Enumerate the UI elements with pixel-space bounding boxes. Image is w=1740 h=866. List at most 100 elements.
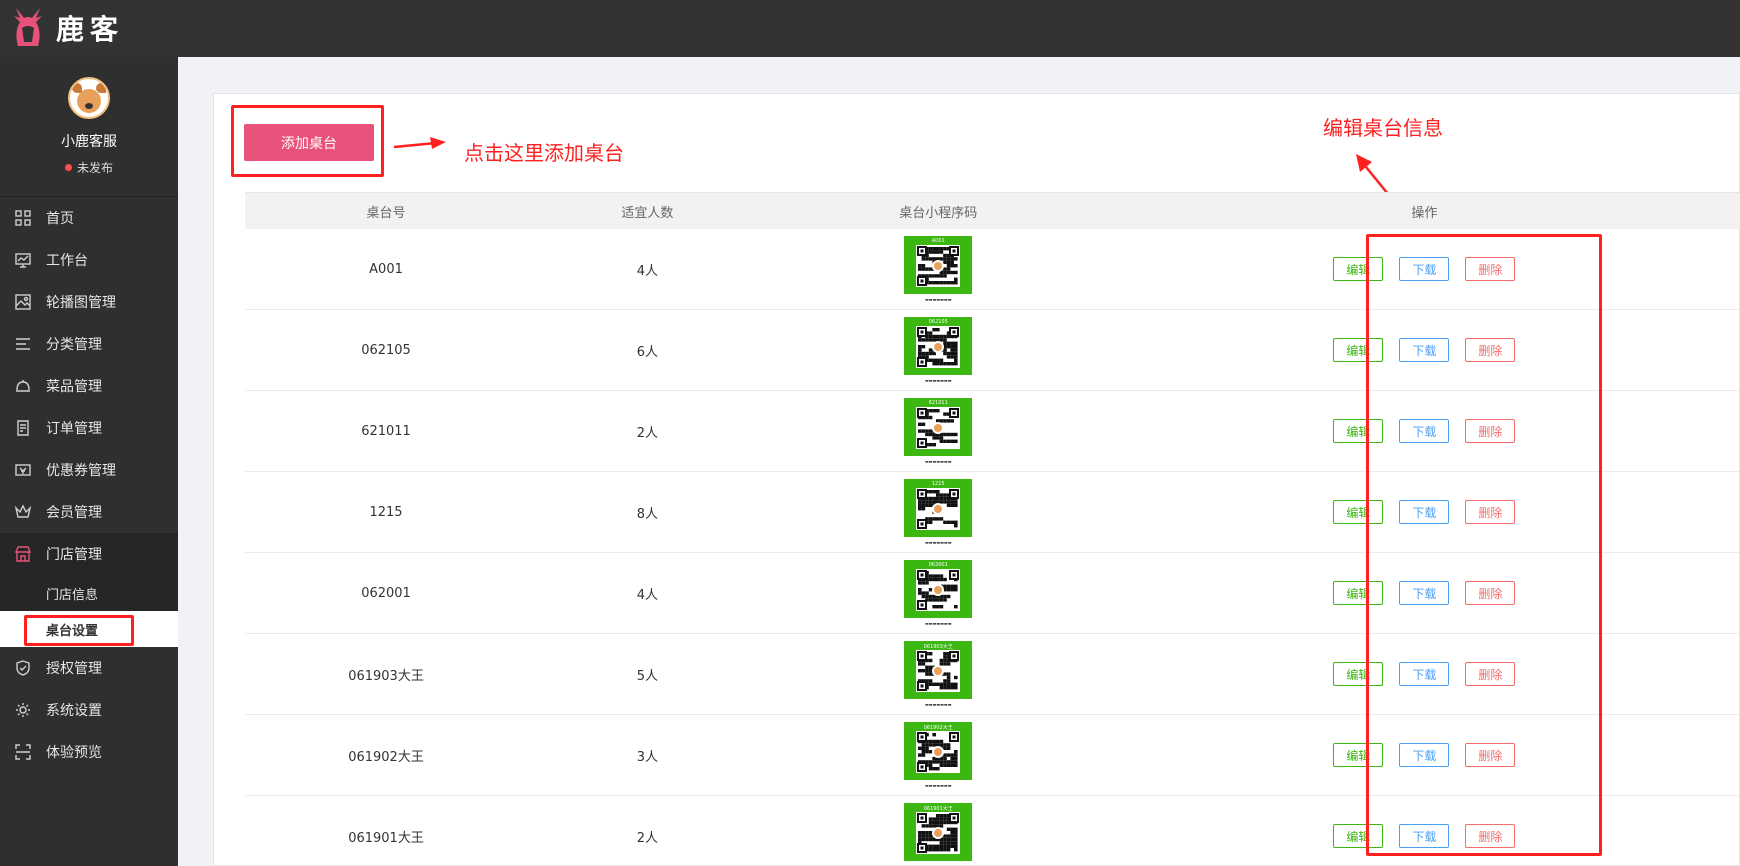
qrcode-label: 061903大王 — [923, 644, 953, 650]
publish-status: 未发布 — [0, 159, 178, 176]
sidebar-item-label: 会员管理 — [46, 505, 102, 521]
qrcode-pattern-icon — [916, 326, 961, 368]
sidebar: 小鹿客服 未发布 首页 工作台 轮播图管理 分类管理 菜品管理 订单管理 优惠券… — [0, 57, 178, 866]
sidebar-item-dishes[interactable]: 菜品管理 — [0, 365, 178, 407]
sidebar-item-members[interactable]: 会员管理 — [0, 491, 178, 533]
profile-name: 小鹿客服 — [61, 134, 117, 150]
qrcode-caption-icon: ▬▬▬▬▬▬▬ — [925, 702, 952, 707]
qrcode-pattern-icon — [916, 245, 961, 287]
qrcode-caption-icon: ▬▬▬▬▬▬▬ — [925, 783, 952, 788]
sidebar-item-label: 轮播图管理 — [46, 295, 116, 311]
sidebar-item-store[interactable]: 门店管理 — [0, 533, 178, 575]
qrcode-image[interactable]: 061903大王 ▬▬▬▬▬▬▬ — [904, 641, 973, 707]
top-bar: 鹿客 — [0, 0, 1740, 57]
table-number-cell: 062105 — [361, 342, 411, 358]
qrcode-cell: 061902大王 ▬▬▬▬▬▬▬ — [768, 722, 1109, 788]
sidebar-item-label: 分类管理 — [46, 337, 102, 353]
table-number-cell: 061903大王 — [348, 668, 424, 684]
sidebar-item-label: 系统设置 — [46, 703, 102, 719]
qrcode-caption-icon: ▬▬▬▬▬▬▬ — [925, 621, 952, 626]
grid-icon — [14, 209, 32, 227]
sidebar-item-orders[interactable]: 订单管理 — [0, 407, 178, 449]
sidebar-subitem-store-info[interactable]: 门店信息 — [0, 575, 178, 611]
list-icon — [14, 335, 32, 353]
sidebar-item-label: 工作台 — [46, 253, 88, 269]
table-number-cell: 062001 — [361, 585, 411, 601]
qrcode-label: 1215 — [931, 481, 945, 487]
table-header: 桌台号 适宜人数 桌台小程序码 操作 — [245, 192, 1740, 229]
qrcode-pattern-icon — [916, 731, 961, 773]
gear-icon — [14, 701, 32, 719]
table-number-cell: A001 — [369, 261, 403, 277]
sidebar-item-label: 首页 — [46, 211, 74, 227]
table-number-cell: 621011 — [361, 423, 411, 439]
annotation-arrow-right-icon — [393, 137, 446, 149]
qrcode-pattern-icon — [916, 650, 961, 692]
status-dot-icon — [64, 164, 72, 171]
seats-cell: 3人 — [636, 749, 658, 765]
seats-cell: 2人 — [636, 425, 658, 441]
seats-cell: 2人 — [636, 830, 658, 846]
avatar[interactable] — [68, 77, 110, 119]
sidebar-item-label: 菜品管理 — [46, 379, 102, 395]
sidebar-item-workbench[interactable]: 工作台 — [0, 239, 178, 281]
sidebar-item-authorization[interactable]: 授权管理 — [0, 647, 178, 689]
scan-icon — [14, 743, 32, 761]
column-header-seats: 适宜人数 — [621, 205, 674, 221]
qrcode-label: A001 — [931, 238, 945, 244]
sidebar-item-system-settings[interactable]: 系统设置 — [0, 689, 178, 731]
column-header-actions: 操作 — [1411, 205, 1438, 221]
qrcode-cell: 062105 ▬▬▬▬▬▬▬ — [768, 317, 1109, 383]
seats-cell: 8人 — [636, 506, 658, 522]
qrcode-pattern-icon — [916, 407, 961, 449]
image-icon — [14, 293, 32, 311]
brand-logo[interactable]: 鹿客 — [10, 4, 124, 52]
sidebar-item-preview[interactable]: 体验预览 — [0, 731, 178, 773]
brand-name: 鹿客 — [56, 13, 125, 46]
profile-panel: 小鹿客服 未发布 — [0, 57, 178, 197]
qrcode-label: 061901大王 — [923, 806, 953, 812]
qrcode-pattern-icon — [916, 569, 961, 611]
qrcode-label: 621011 — [928, 400, 948, 406]
monitor-icon — [14, 251, 32, 269]
qrcode-cell: 621011 ▬▬▬▬▬▬▬ — [768, 398, 1109, 464]
qrcode-pattern-icon — [916, 812, 961, 854]
dish-icon — [14, 377, 32, 395]
qrcode-caption-icon: ▬▬▬▬▬▬▬ — [925, 459, 952, 464]
status-text: 未发布 — [76, 161, 113, 175]
sidebar-item-home[interactable]: 首页 — [0, 197, 178, 239]
qrcode-image[interactable]: A001 ▬▬▬▬▬▬▬ — [904, 236, 973, 302]
qrcode-image[interactable]: 062105 ▬▬▬▬▬▬▬ — [904, 317, 973, 383]
sidebar-item-coupons[interactable]: 优惠券管理 — [0, 449, 178, 491]
sidebar-item-label: 授权管理 — [46, 661, 102, 677]
seats-cell: 4人 — [636, 587, 658, 603]
sidebar-item-label: 订单管理 — [46, 421, 102, 437]
qrcode-label: 062105 — [928, 319, 948, 325]
qrcode-cell: 062001 ▬▬▬▬▬▬▬ — [768, 560, 1109, 626]
qrcode-pattern-icon — [916, 488, 961, 530]
order-icon — [14, 419, 32, 437]
qrcode-cell: 061903大王 ▬▬▬▬▬▬▬ — [768, 641, 1109, 707]
annotation-add-hint: 点击这里添加桌台 — [464, 141, 624, 165]
qrcode-image[interactable]: 062001 ▬▬▬▬▬▬▬ — [904, 560, 973, 626]
annotation-edit-hint: 编辑桌台信息 — [1323, 116, 1443, 140]
column-header-table-no: 桌台号 — [366, 205, 406, 221]
sidebar-item-label: 优惠券管理 — [46, 463, 116, 479]
seats-cell: 5人 — [636, 668, 658, 684]
store-icon — [14, 545, 32, 563]
shield-icon — [14, 659, 32, 677]
qrcode-image[interactable]: 061901大王 ▬▬▬▬▬▬▬ — [904, 803, 973, 866]
annotation-box-table-settings — [24, 615, 134, 646]
qrcode-caption-icon: ▬▬▬▬▬▬▬ — [925, 297, 952, 302]
annotation-box-add — [231, 105, 384, 177]
qrcode-image[interactable]: 061902大王 ▬▬▬▬▬▬▬ — [904, 722, 973, 788]
sidebar-item-carousel[interactable]: 轮播图管理 — [0, 281, 178, 323]
sidebar-item-label: 体验预览 — [46, 745, 102, 761]
qrcode-cell: 1215 ▬▬▬▬▬▬▬ — [768, 479, 1109, 545]
qrcode-label: 061902大王 — [923, 725, 953, 731]
qrcode-image[interactable]: 621011 ▬▬▬▬▬▬▬ — [904, 398, 973, 464]
annotation-box-actions — [1366, 234, 1602, 856]
sidebar-item-category[interactable]: 分类管理 — [0, 323, 178, 365]
qrcode-image[interactable]: 1215 ▬▬▬▬▬▬▬ — [904, 479, 973, 545]
qrcode-cell: 061901大王 ▬▬▬▬▬▬▬ — [768, 803, 1109, 866]
